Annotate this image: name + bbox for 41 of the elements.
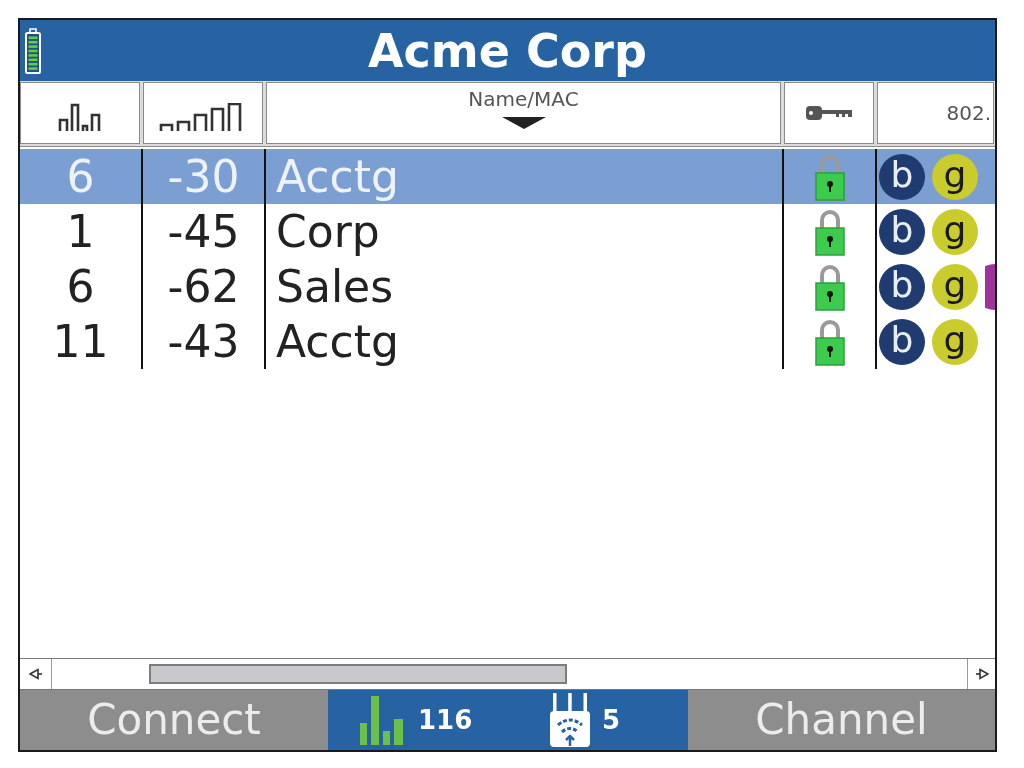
column-header[interactable] xyxy=(20,82,140,144)
channel-cell: 6 xyxy=(20,259,143,314)
channel-cell: 11 xyxy=(20,314,143,369)
table-row[interactable]: 11 -43 Acctg b g xyxy=(20,314,995,369)
right-arrow-icon xyxy=(974,668,989,680)
standard-badge: g xyxy=(932,263,978,310)
access-point-icon xyxy=(550,693,590,747)
standard-badge: g xyxy=(932,318,978,365)
name-cell: Acctg xyxy=(266,149,784,204)
column-header[interactable]: 802. xyxy=(877,82,994,144)
count-label: 116 xyxy=(418,705,473,735)
standard-badge: b xyxy=(879,318,925,365)
left-arrow-icon xyxy=(28,668,43,680)
battery-icon xyxy=(25,27,41,74)
scrollbar-thumb[interactable] xyxy=(149,664,567,684)
key-icon xyxy=(806,106,852,120)
standard-badge: g xyxy=(932,208,978,255)
name-cell: Acctg xyxy=(266,314,784,369)
screen-title: Acme Corp xyxy=(368,22,647,79)
standard-badge: b xyxy=(879,263,925,310)
column-header[interactable]: Name/MAC xyxy=(266,82,781,144)
table-row[interactable]: 1 -45 Corp b g xyxy=(20,204,995,259)
column-header[interactable] xyxy=(143,82,263,144)
standard-badge: b xyxy=(879,153,925,200)
standard-badge: g xyxy=(932,153,978,200)
signal-cell: -45 xyxy=(143,204,266,259)
bars-icon xyxy=(57,103,103,131)
bars-icon xyxy=(360,695,406,745)
channel-cell: 6 xyxy=(20,149,143,204)
sort-arrow-icon xyxy=(501,117,546,129)
name-cell: Corp xyxy=(266,204,784,259)
count-label: 5 xyxy=(602,705,621,735)
name-cell: Sales xyxy=(266,259,784,314)
table-row[interactable]: 6 -62 Sales b g xyxy=(20,259,995,314)
signal-cell: -62 xyxy=(143,259,266,314)
standard-badge: b xyxy=(879,208,925,255)
signal-cell: -43 xyxy=(143,314,266,369)
table-row[interactable]: 6 -30 Acctg b g xyxy=(20,149,995,204)
channel-cell: 1 xyxy=(20,204,143,259)
signal-cell: -30 xyxy=(143,149,266,204)
column-header[interactable] xyxy=(784,82,874,144)
